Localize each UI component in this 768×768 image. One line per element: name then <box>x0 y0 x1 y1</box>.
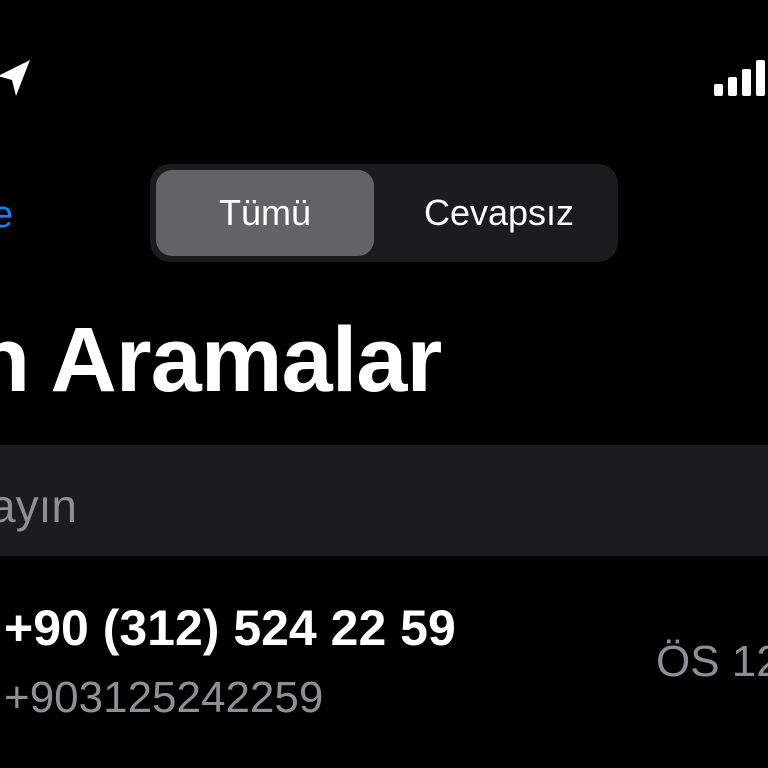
page-title: n Aramalar <box>0 309 442 411</box>
segment-all[interactable]: Tümü <box>156 170 374 256</box>
segment-missed[interactable]: Cevapsız <box>386 170 612 256</box>
edit-button[interactable]: e <box>0 190 13 240</box>
call-row-time: ÖS 12 <box>656 637 768 686</box>
call-row-subtitle: +903125242259 <box>4 673 324 722</box>
search-field[interactable] <box>0 445 768 556</box>
calls-filter-segmented-control: Tümü Cevapsız <box>150 164 618 262</box>
search-placeholder: ayın <box>0 480 77 532</box>
call-row-number[interactable]: +90 (312) 524 22 59 <box>4 598 456 658</box>
cellular-signal-icon <box>714 58 768 96</box>
location-arrow-icon <box>0 60 30 96</box>
